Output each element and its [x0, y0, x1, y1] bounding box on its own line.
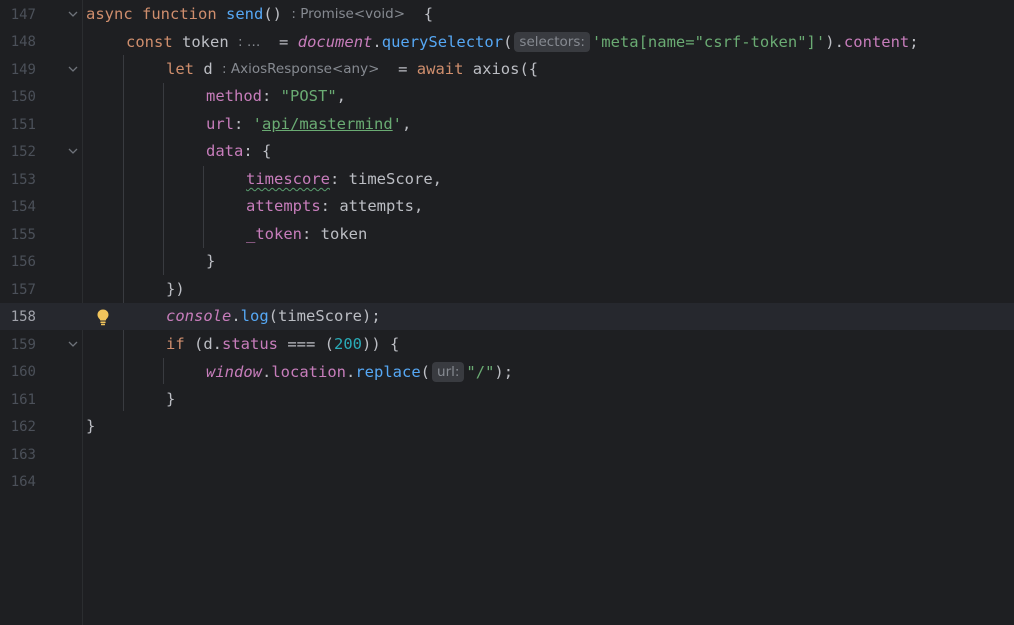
line-number: 153: [10, 172, 36, 188]
line-number: 162: [10, 419, 36, 435]
code-line[interactable]: 151 url: 'api/mastermind',: [0, 111, 1014, 138]
line-number: 160: [10, 364, 36, 380]
type-hint: : Promise<void>: [291, 6, 406, 22]
line-number: 155: [10, 227, 36, 243]
line-number: 161: [10, 392, 36, 408]
code-text: async function send() : Promise<void> {: [86, 5, 434, 23]
fold-chevron-icon[interactable]: [67, 7, 79, 21]
code-line[interactable]: 159 if (d.status === (200)) {: [0, 331, 1014, 358]
line-number: 154: [10, 199, 36, 215]
code-text: }: [206, 252, 216, 270]
code-text: data: {: [206, 142, 272, 160]
line-number: 157: [10, 282, 36, 298]
line-number: 151: [10, 117, 36, 133]
line-number: 149: [10, 62, 36, 78]
code-line[interactable]: 156 }: [0, 248, 1014, 275]
code-text: if (d.status === (200)) {: [166, 335, 400, 353]
fold-chevron-icon[interactable]: [67, 144, 79, 158]
code-line[interactable]: 160 window.location.replace(url: "/");: [0, 358, 1014, 385]
code-line[interactable]: 154 attempts: attempts,: [0, 193, 1014, 220]
code-line[interactable]: 157 }): [0, 276, 1014, 303]
type-hint: : AxiosResponse<any>: [222, 61, 380, 77]
fold-chevron-icon[interactable]: [67, 62, 79, 76]
code-line[interactable]: 148 const token : … = document.querySele…: [0, 28, 1014, 55]
code-line[interactable]: 150 method: "POST",: [0, 83, 1014, 110]
param-hint: url:: [432, 362, 465, 382]
code-text: timescore: timeScore,: [246, 170, 442, 188]
code-text: attempts: attempts,: [246, 197, 424, 215]
code-text: let d : AxiosResponse<any> = await axios…: [166, 60, 539, 78]
line-number: 148: [10, 34, 36, 50]
line-number: 158: [10, 309, 36, 325]
line-number: 147: [10, 7, 36, 23]
code-text: console.log(timeScore);: [166, 307, 381, 325]
line-number: 156: [10, 254, 36, 270]
code-line[interactable]: 153 timescore: timeScore,: [0, 166, 1014, 193]
code-line[interactable]: 161 }: [0, 386, 1014, 413]
line-number: 152: [10, 144, 36, 160]
param-hint: selectors:: [514, 32, 590, 52]
line-number: 164: [10, 474, 36, 490]
code-text: }): [166, 280, 185, 298]
code-line[interactable]: 162 }: [0, 413, 1014, 440]
code-text: }: [166, 390, 176, 408]
code-line[interactable]: 149 let d : AxiosResponse<any> = await a…: [0, 56, 1014, 83]
typo-warning[interactable]: timescore: [246, 170, 330, 188]
code-text: method: "POST",: [206, 87, 347, 105]
code-line[interactable]: 163: [0, 441, 1014, 468]
line-number: 163: [10, 447, 36, 463]
code-line[interactable]: 152 data: {: [0, 138, 1014, 165]
code-line-current[interactable]: 158 console.log(timeScore);: [0, 303, 1014, 330]
line-number: 159: [10, 337, 36, 353]
code-line[interactable]: 147 async function send() : Promise<void…: [0, 1, 1014, 28]
code-text: const token : … = document.querySelector…: [126, 32, 919, 52]
code-line[interactable]: 164: [0, 468, 1014, 495]
url-link[interactable]: api/mastermind: [262, 115, 393, 133]
type-hint: : …: [238, 34, 261, 50]
code-text: url: 'api/mastermind',: [206, 115, 412, 133]
code-text: }: [86, 417, 96, 435]
code-editor[interactable]: 147 async function send() : Promise<void…: [0, 0, 1014, 625]
code-text: window.location.replace(url: "/");: [206, 362, 514, 382]
lightbulb-icon[interactable]: [95, 308, 111, 326]
line-number: 150: [10, 89, 36, 105]
fold-chevron-icon[interactable]: [67, 337, 79, 351]
code-text: _token: token: [246, 225, 368, 243]
code-line[interactable]: 155 _token: token: [0, 221, 1014, 248]
